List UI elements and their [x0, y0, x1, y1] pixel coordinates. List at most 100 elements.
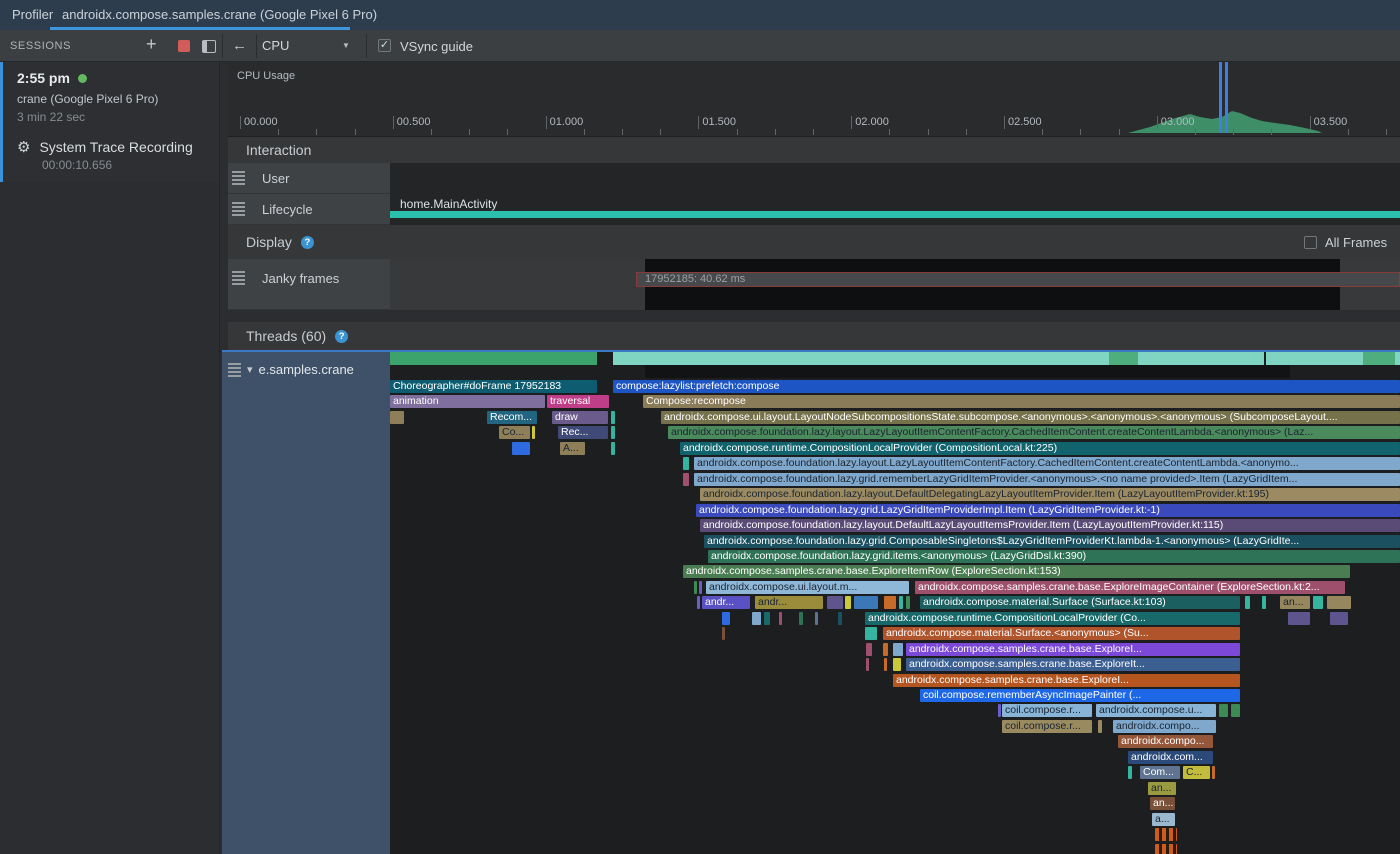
trace-span[interactable]	[512, 442, 530, 455]
trace-span[interactable]: compose:lazylist:prefetch:compose	[613, 380, 1400, 393]
trace-span[interactable]: androidx.compose.foundation.lazy.layout.…	[694, 457, 1400, 470]
trace-span[interactable]: A...	[560, 442, 585, 455]
cpu-usage-track[interactable]: CPU Usage 00.00000.50001.00001.50002.000…	[228, 62, 1400, 137]
trace-span[interactable]	[1155, 828, 1177, 841]
chevron-down-icon[interactable]: ▼	[342, 41, 350, 50]
trace-span[interactable]: androidx.compo...	[1113, 720, 1216, 733]
trace-span[interactable]	[1327, 596, 1351, 609]
trace-span[interactable]: Com...	[1140, 766, 1180, 779]
lifecycle-event-bar[interactable]	[390, 211, 1400, 218]
trace-span[interactable]: an...	[1280, 596, 1310, 609]
trace-span[interactable]	[1245, 596, 1250, 609]
trace-span[interactable]	[899, 596, 903, 609]
recording-item[interactable]: ⚙ System Trace Recording	[17, 138, 209, 156]
trace-span[interactable]	[854, 596, 878, 609]
trace-span[interactable]	[845, 596, 851, 609]
trace-span[interactable]	[699, 581, 702, 594]
flame-chart[interactable]: Choreographer#doFrame 17952183animationt…	[390, 352, 1400, 854]
trace-span[interactable]: coil.compose.r...	[1002, 704, 1092, 717]
trace-span[interactable]	[722, 627, 725, 640]
trace-span[interactable]	[611, 426, 615, 439]
trace-span[interactable]	[752, 612, 761, 625]
trace-span[interactable]	[1231, 704, 1240, 717]
trace-span[interactable]: Co...	[499, 426, 530, 439]
trace-span[interactable]: androidx.compose.u...	[1096, 704, 1216, 717]
trace-span[interactable]: androidx.com...	[1128, 751, 1213, 764]
trace-span[interactable]	[645, 365, 1290, 378]
trace-span[interactable]	[866, 658, 869, 671]
trace-span[interactable]	[683, 473, 689, 486]
trace-span[interactable]: androidx.compose.foundation.lazy.layout.…	[700, 519, 1400, 532]
trace-span[interactable]	[815, 612, 818, 625]
user-track-data[interactable]	[390, 163, 1400, 194]
trace-span[interactable]	[779, 612, 782, 625]
trace-span[interactable]	[884, 596, 896, 609]
trace-span[interactable]	[893, 658, 901, 671]
trace-span[interactable]: Rec...	[558, 426, 608, 439]
process-select[interactable]: CPU	[262, 38, 340, 53]
vsync-guide-label[interactable]: VSync guide	[400, 39, 473, 54]
trace-span[interactable]	[799, 612, 803, 625]
time-ruler[interactable]: 00.00000.50001.00001.50002.00002.50003.0…	[228, 115, 1400, 137]
trace-span[interactable]: androidx.compose.foundation.lazy.grid.it…	[708, 550, 1400, 563]
trace-span[interactable]	[1212, 766, 1215, 779]
trace-span[interactable]: andr...	[702, 596, 750, 609]
trace-span[interactable]	[866, 643, 872, 656]
drag-handle-icon[interactable]	[232, 171, 245, 185]
track-label-lifecycle[interactable]: Lifecycle	[228, 194, 390, 225]
trace-span[interactable]: Compose:recompose	[643, 395, 1400, 408]
session-card[interactable]: 2:55 pm crane (Google Pixel 6 Pro) 3 min…	[0, 62, 219, 182]
trace-span[interactable]	[390, 411, 404, 424]
trace-span[interactable]: androidx.compose.material.Surface.<anony…	[883, 627, 1240, 640]
trace-span[interactable]: androidx.compose.foundation.lazy.grid.re…	[694, 473, 1400, 486]
trace-span[interactable]	[884, 658, 887, 671]
expander-icon[interactable]: ▾	[247, 363, 253, 376]
trace-span[interactable]: an...	[1148, 782, 1176, 795]
trace-span[interactable]: an...	[1150, 797, 1175, 810]
trace-span[interactable]: androidx.compose.ui.layout.m...	[706, 581, 909, 594]
thread-row-label[interactable]: ▾ e.samples.crane	[222, 352, 390, 854]
trace-span[interactable]: androidx.compose.material.Surface (Surfa…	[920, 596, 1240, 609]
trace-span[interactable]	[998, 704, 1001, 717]
trace-span[interactable]	[1128, 766, 1132, 779]
trace-span[interactable]: androidx.compose.samples.crane.base.Expl…	[683, 565, 1350, 578]
trace-span[interactable]: androidx.compose.runtime.CompositionLoca…	[680, 442, 1400, 455]
trace-span[interactable]: andr...	[755, 596, 823, 609]
drag-handle-icon[interactable]	[232, 202, 245, 216]
trace-span[interactable]: C...	[1183, 766, 1210, 779]
tab-profiler[interactable]: Profiler	[12, 7, 53, 22]
trace-span[interactable]	[1330, 612, 1348, 625]
help-icon[interactable]: ?	[301, 236, 314, 249]
trace-span[interactable]	[697, 596, 700, 609]
janky-frames-track-data[interactable]: 17952185: 40.62 ms	[390, 259, 1400, 310]
trace-span[interactable]: androidx.compose.runtime.CompositionLoca…	[865, 612, 1240, 625]
trace-span[interactable]	[1155, 844, 1177, 854]
trace-span[interactable]: Choreographer#doFrame 17952183	[390, 380, 597, 393]
trace-span[interactable]: traversal	[547, 395, 609, 408]
lifecycle-track-data[interactable]: home.MainActivity	[390, 194, 1400, 225]
trace-span[interactable]: androidx.compose.samples.crane.base.Expl…	[906, 658, 1240, 671]
trace-span[interactable]	[611, 411, 615, 424]
collapse-panel-icon[interactable]	[202, 40, 216, 53]
trace-span[interactable]	[694, 581, 697, 594]
trace-span[interactable]: androidx.compose.foundation.lazy.grid.La…	[696, 504, 1400, 517]
trace-span[interactable]: a...	[1152, 813, 1175, 826]
trace-span[interactable]: androidx.compose.foundation.lazy.layout.…	[700, 488, 1400, 501]
trace-span[interactable]: coil.compose.rememberAsyncImagePainter (…	[920, 689, 1240, 702]
all-frames-checkbox[interactable]	[1304, 236, 1317, 249]
trace-span[interactable]: androidx.compose.samples.crane.base.Expl…	[915, 581, 1345, 594]
help-icon[interactable]: ?	[335, 330, 348, 343]
trace-span[interactable]	[1262, 596, 1266, 609]
trace-span[interactable]: androidx.compose.samples.crane.base.Expl…	[893, 674, 1240, 687]
trace-span[interactable]	[683, 457, 689, 470]
trace-span[interactable]	[764, 612, 770, 625]
trace-span[interactable]	[532, 426, 535, 439]
trace-span[interactable]	[1288, 612, 1310, 625]
trace-span[interactable]	[722, 612, 730, 625]
trace-span[interactable]	[1219, 704, 1228, 717]
drag-handle-icon[interactable]	[228, 363, 241, 377]
trace-span[interactable]: androidx.compose.foundation.lazy.grid.Co…	[704, 535, 1400, 548]
trace-span[interactable]	[893, 643, 903, 656]
trace-span[interactable]	[827, 596, 843, 609]
trace-span[interactable]	[1313, 596, 1323, 609]
